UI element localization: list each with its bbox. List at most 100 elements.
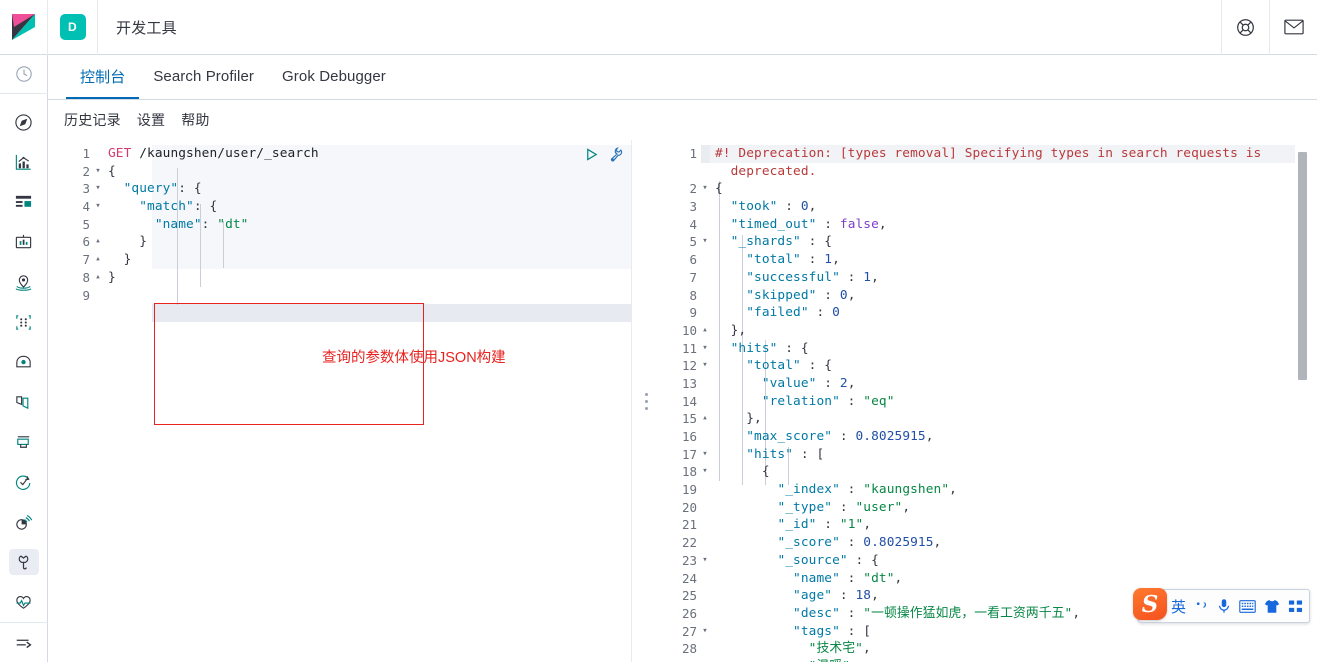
tab-grok-debugger[interactable]: Grok Debugger: [268, 55, 400, 99]
request-editor[interactable]: 1 GET /kaungshen/user/_search 2 ▾{3 ▾ "query…: [48, 140, 631, 662]
recently-viewed-button[interactable]: [0, 55, 48, 95]
wrench-settings-icon: [610, 147, 623, 162]
console-menu-help[interactable]: 帮助: [181, 110, 209, 130]
sogou-logo-icon[interactable]: S: [1133, 588, 1167, 620]
sidebar-item-monitoring[interactable]: [0, 582, 48, 622]
line-number: 26: [661, 604, 701, 623]
tab-console[interactable]: 控制台: [66, 55, 140, 99]
play-send-request-icon: [587, 147, 598, 161]
code-line: 16 "max_score" : 0.8025915,: [661, 428, 1317, 446]
line-number: 28: [661, 640, 701, 658]
code-line-text: "successful" : 1,: [746, 269, 879, 285]
ime-voice-input[interactable]: [1213, 590, 1235, 622]
code-fold-toggle-icon[interactable]: ▾: [701, 233, 709, 251]
pane-splitter[interactable]: [631, 140, 661, 662]
tab-search-profiler[interactable]: Search Profiler: [139, 55, 268, 99]
response-editor-pane[interactable]: 1 #! Deprecation: [types removal] Specify…: [661, 140, 1317, 662]
sidebar-item-dashboard[interactable]: [0, 182, 48, 222]
code-line: 27 ▾ "tags" : [: [661, 622, 1317, 641]
code-line: 23 ▾ "_source" : {: [661, 551, 1317, 570]
soft-keyboard-icon: [1239, 599, 1256, 613]
code-fold-toggle-icon[interactable]: ▾: [701, 357, 709, 375]
console-menu-history[interactable]: 历史记录: [64, 110, 121, 130]
ime-soft-keyboard[interactable]: [1235, 590, 1260, 622]
ime-punctuation-toggle[interactable]: [1190, 590, 1213, 622]
code-fold-toggle-icon[interactable]: ▾: [701, 446, 709, 464]
kibana-logo-button[interactable]: [0, 0, 48, 55]
line-number: 27 ▾: [661, 622, 708, 641]
line-number: 6: [661, 251, 701, 269]
sidebar-item-dev-tools[interactable]: [0, 542, 48, 582]
code-fold-toggle-icon[interactable]: ▴: [94, 269, 102, 287]
line-number: 8: [661, 286, 701, 305]
line-number: 11 ▾: [661, 339, 708, 358]
code-fold-toggle-icon[interactable]: ▾: [701, 463, 709, 481]
code-line: 29 "温暖",: [661, 657, 1317, 662]
code-fold-toggle-icon[interactable]: ▾: [701, 340, 709, 358]
code-line-text: "age" : 18,: [793, 588, 879, 604]
mail-button[interactable]: [1269, 0, 1317, 55]
code-fold-toggle-icon[interactable]: ▾: [94, 198, 102, 216]
space-avatar: D: [59, 14, 86, 40]
code-line: 9: [48, 286, 631, 305]
mail-envelope-icon: [1283, 19, 1304, 35]
code-fold-toggle-icon[interactable]: ▾: [94, 180, 102, 198]
line-number: 3 ▾: [48, 180, 101, 199]
line-number: 19: [661, 481, 701, 499]
code-fold-toggle-icon[interactable]: ▴: [94, 233, 102, 251]
code-line-text: "技术宅",: [808, 641, 871, 657]
response-editor: 1 #! Deprecation: [types removal] Specify…: [661, 140, 1317, 662]
line-number: 14: [661, 392, 701, 411]
sidebar-item-machine-learning[interactable]: [0, 302, 48, 342]
compass-icon: [9, 109, 39, 135]
code-fold-toggle-icon[interactable]: ▴: [701, 322, 709, 340]
response-scrollbar-track[interactable]: [1298, 144, 1312, 658]
ime-toolbox[interactable]: [1284, 590, 1307, 622]
code-line: 14 "relation" : "eq": [661, 392, 1317, 411]
line-number: 1: [661, 145, 701, 163]
send-request-button[interactable]: [584, 147, 599, 166]
console-menu-settings[interactable]: 设置: [137, 110, 165, 130]
help-button[interactable]: [1221, 0, 1269, 55]
sidebar-item-infrastructure[interactable]: [0, 342, 48, 382]
sidebar-item-discover[interactable]: [0, 102, 48, 142]
sidebar-item-canvas[interactable]: [0, 222, 48, 262]
space-selector-button[interactable]: D: [48, 0, 98, 55]
line-number: 18 ▾: [661, 463, 708, 482]
code-line: 6 "total" : 1,: [661, 251, 1317, 269]
wrench-icon: [8, 549, 39, 576]
code-line-text: {: [715, 464, 770, 480]
request-options-button[interactable]: [607, 146, 623, 166]
code-line-text: [94, 287, 108, 305]
sogou-ime-toolbar[interactable]: S 英: [1133, 588, 1310, 623]
line-number: 9: [48, 286, 94, 305]
sidebar-item-maps[interactable]: [0, 262, 48, 302]
ime-skin-selector[interactable]: [1260, 590, 1284, 622]
ime-mode-toggle[interactable]: 英: [1167, 590, 1190, 622]
code-line-text: deprecated.: [715, 163, 817, 179]
code-fold-toggle-icon[interactable]: ▴: [701, 410, 709, 428]
code-fold-toggle-icon[interactable]: ▾: [701, 552, 709, 570]
header-actions: [1221, 0, 1317, 55]
sidebar-item-siem[interactable]: [0, 502, 48, 542]
code-fold-toggle-icon[interactable]: ▾: [701, 180, 709, 198]
sidebar-item-visualize[interactable]: [0, 142, 48, 182]
code-line-text: "max_score" : 0.8025915,: [746, 429, 934, 444]
sidebar-item-apm[interactable]: [0, 422, 48, 462]
code-fold-toggle-icon[interactable]: ▾: [94, 163, 102, 181]
code-line: 3 ▾ "query": {: [48, 180, 631, 199]
collapse-nav-button[interactable]: [0, 622, 48, 662]
code-line: 7 ▴ }: [48, 251, 631, 269]
console-menu-bar: 历史记录 设置 帮助: [48, 100, 1317, 140]
response-scrollbar-thumb[interactable]: [1298, 152, 1307, 380]
code-line-text: "_source" : {: [777, 552, 879, 568]
primary-navigation-rail: [0, 55, 48, 662]
bar-chart-line-icon: [9, 149, 39, 175]
code-line-text: "name" : "dt",: [793, 570, 903, 586]
code-fold-toggle-icon[interactable]: ▴: [94, 251, 102, 269]
sidebar-item-uptime[interactable]: [0, 462, 48, 502]
code-line: 9 "failed" : 0: [661, 304, 1317, 322]
sidebar-item-logs[interactable]: [0, 382, 48, 422]
code-fold-toggle-icon[interactable]: ▾: [701, 623, 709, 641]
request-editor-pane[interactable]: 1 GET /kaungshen/user/_search 2 ▾{3 ▾ "query…: [48, 140, 631, 662]
